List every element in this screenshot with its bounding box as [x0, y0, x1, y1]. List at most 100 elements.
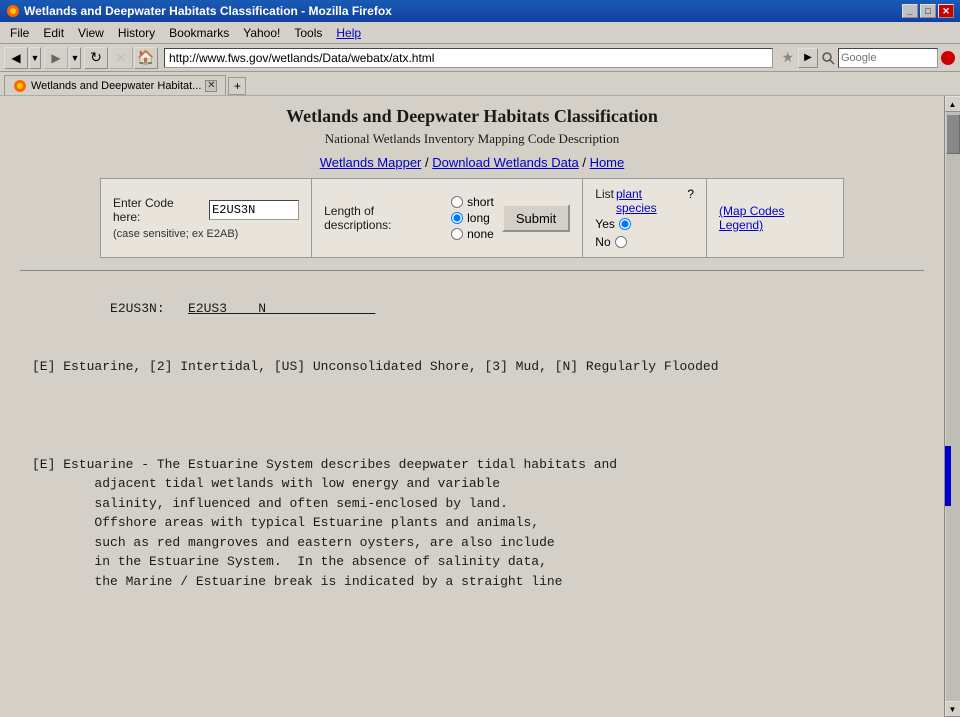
output-line-3: [E] Estuarine, [2] Intertidal, [US] Unco…: [32, 357, 912, 377]
output-line-5: [32, 396, 912, 416]
output-line-10: salinity, influenced and often semi-encl…: [32, 494, 912, 514]
address-text: http://www.fws.gov/wetlands/Data/webatx/…: [169, 51, 434, 65]
desc-none-option: none: [451, 227, 494, 241]
stop-button[interactable]: ✕: [109, 47, 133, 69]
menu-help[interactable]: Help: [330, 24, 367, 42]
blue-scroll-indicator: [945, 446, 951, 506]
close-button[interactable]: ✕: [938, 4, 954, 18]
output-line-2: [32, 338, 912, 358]
desc-short-radio[interactable]: [451, 196, 463, 208]
yes-no-group: Yes No: [595, 217, 694, 249]
maximize-button[interactable]: □: [920, 4, 936, 18]
menu-view[interactable]: View: [72, 24, 110, 42]
menu-file[interactable]: File: [4, 24, 35, 42]
download-data-link[interactable]: Download Wetlands Data: [432, 155, 578, 170]
window-title: Wetlands and Deepwater Habitats Classifi…: [24, 4, 392, 18]
no-option: No: [595, 235, 694, 249]
menu-tools[interactable]: Tools: [288, 24, 328, 42]
desc-length-section: Length of descriptions: short long no: [312, 179, 583, 257]
desc-label: Length of descriptions:: [324, 204, 443, 232]
code-label: Enter Code here:: [113, 196, 203, 224]
output-line-13: in the Estuarine System. In the absence …: [32, 552, 912, 572]
wetlands-mapper-link[interactable]: Wetlands Mapper: [320, 155, 422, 170]
browser-content: Wetlands and Deepwater Habitats Classifi…: [0, 96, 960, 717]
map-codes-link[interactable]: (Map Codes Legend): [719, 204, 831, 232]
output-line-11: Offshore areas with typical Estuarine pl…: [32, 513, 912, 533]
new-tab-button[interactable]: +: [228, 77, 246, 95]
map-codes-section: (Map Codes Legend): [707, 179, 843, 257]
title-bar: Wetlands and Deepwater Habitats Classifi…: [0, 0, 960, 22]
yes-option: Yes: [595, 217, 694, 231]
scroll-up-button[interactable]: ▲: [945, 96, 960, 112]
code-hint: (case sensitive; ex E2AB): [113, 228, 299, 240]
plant-species-section: List plant species ? Yes No: [583, 179, 707, 257]
scroll-down-button[interactable]: ▼: [945, 701, 960, 717]
code-input[interactable]: [209, 200, 299, 220]
bookmark-star[interactable]: ★: [779, 49, 796, 66]
no-label: No: [595, 235, 610, 249]
title-bar-left: Wetlands and Deepwater Habitats Classifi…: [6, 4, 392, 18]
link-separator-2: /: [582, 155, 589, 170]
nav-buttons: ◀ ▼ ▶ ▼ ↻ ✕ 🏠: [4, 47, 158, 69]
tab-icon: [13, 79, 27, 93]
output-area: E2US3N: E2US3____N______________ [E] Est…: [20, 271, 924, 599]
form-container: Enter Code here: (case sensitive; ex E2A…: [100, 178, 844, 258]
tab-wetlands[interactable]: Wetlands and Deepwater Habitat... ✕: [4, 75, 226, 95]
desc-long-option: long: [451, 211, 494, 225]
plant-question-mark: ?: [687, 187, 694, 201]
desc-none-label: none: [467, 227, 494, 241]
scroll-thumb[interactable]: [946, 114, 960, 154]
address-bar[interactable]: http://www.fws.gov/wetlands/Data/webatx/…: [164, 48, 773, 68]
submit-button[interactable]: Submit: [502, 204, 570, 232]
output-line-1: E2US3N: E2US3____N______________: [32, 279, 912, 338]
right-scrollbar: ▲ ▼: [944, 96, 960, 717]
scroll-track[interactable]: [946, 112, 960, 701]
menu-bar: File Edit View History Bookmarks Yahoo! …: [0, 22, 960, 44]
firefox-icon: [6, 4, 20, 18]
yes-radio[interactable]: [619, 218, 631, 230]
desc-short-option: short: [451, 195, 494, 209]
title-bar-buttons: _ □ ✕: [902, 4, 954, 18]
desc-radio-group: short long none: [451, 195, 494, 241]
home-button[interactable]: 🏠: [134, 47, 158, 69]
tab-label: Wetlands and Deepwater Habitat...: [31, 80, 201, 92]
go-button[interactable]: ▶: [798, 48, 818, 68]
reload-button[interactable]: ↻: [84, 47, 108, 69]
page-title: Wetlands and Deepwater Habitats Classifi…: [20, 106, 924, 127]
yes-label: Yes: [595, 217, 615, 231]
output-line-4: [32, 377, 912, 397]
output-line-8: [E] Estuarine - The Estuarine System des…: [32, 455, 912, 475]
desc-short-label: short: [467, 195, 494, 209]
page-content: Wetlands and Deepwater Habitats Classifi…: [0, 96, 944, 717]
nav-bar: ◀ ▼ ▶ ▼ ↻ ✕ 🏠 http://www.fws.gov/wetland…: [0, 44, 960, 72]
output-line-12: such as red mangroves and eastern oyster…: [32, 533, 912, 553]
tab-close-button[interactable]: ✕: [205, 80, 217, 92]
output-line-14: the Marine / Estuarine break is indicate…: [32, 572, 912, 592]
output-code-underlined: E2US3____N______________: [188, 301, 375, 316]
desc-none-radio[interactable]: [451, 228, 463, 240]
no-radio[interactable]: [615, 236, 627, 248]
output-line-7: [32, 435, 912, 455]
output-line1-text: E2US3N: E2US3____N______________: [110, 301, 375, 316]
forward-button[interactable]: ▶: [44, 47, 68, 69]
back-button[interactable]: ◀: [4, 47, 28, 69]
plant-species-link[interactable]: plant species: [616, 187, 685, 215]
minimize-button[interactable]: _: [902, 4, 918, 18]
menu-bookmarks[interactable]: Bookmarks: [163, 24, 235, 42]
menu-history[interactable]: History: [112, 24, 161, 42]
search-submit-icon[interactable]: [940, 50, 956, 66]
code-entry-section: Enter Code here: (case sensitive; ex E2A…: [101, 179, 312, 257]
home-link[interactable]: Home: [590, 155, 625, 170]
content-area: Wetlands and Deepwater Habitats Classifi…: [0, 96, 944, 717]
back-dropdown[interactable]: ▼: [29, 47, 41, 69]
output-line-6: [32, 416, 912, 436]
search-icon: [820, 50, 836, 66]
search-input[interactable]: [838, 48, 938, 68]
menu-yahoo[interactable]: Yahoo!: [237, 24, 286, 42]
desc-long-radio[interactable]: [451, 212, 463, 224]
forward-dropdown[interactable]: ▼: [69, 47, 81, 69]
menu-edit[interactable]: Edit: [37, 24, 70, 42]
page-subtitle: National Wetlands Inventory Mapping Code…: [20, 131, 924, 147]
output-line-9: adjacent tidal wetlands with low energy …: [32, 474, 912, 494]
tab-bar: Wetlands and Deepwater Habitat... ✕ +: [0, 72, 960, 96]
